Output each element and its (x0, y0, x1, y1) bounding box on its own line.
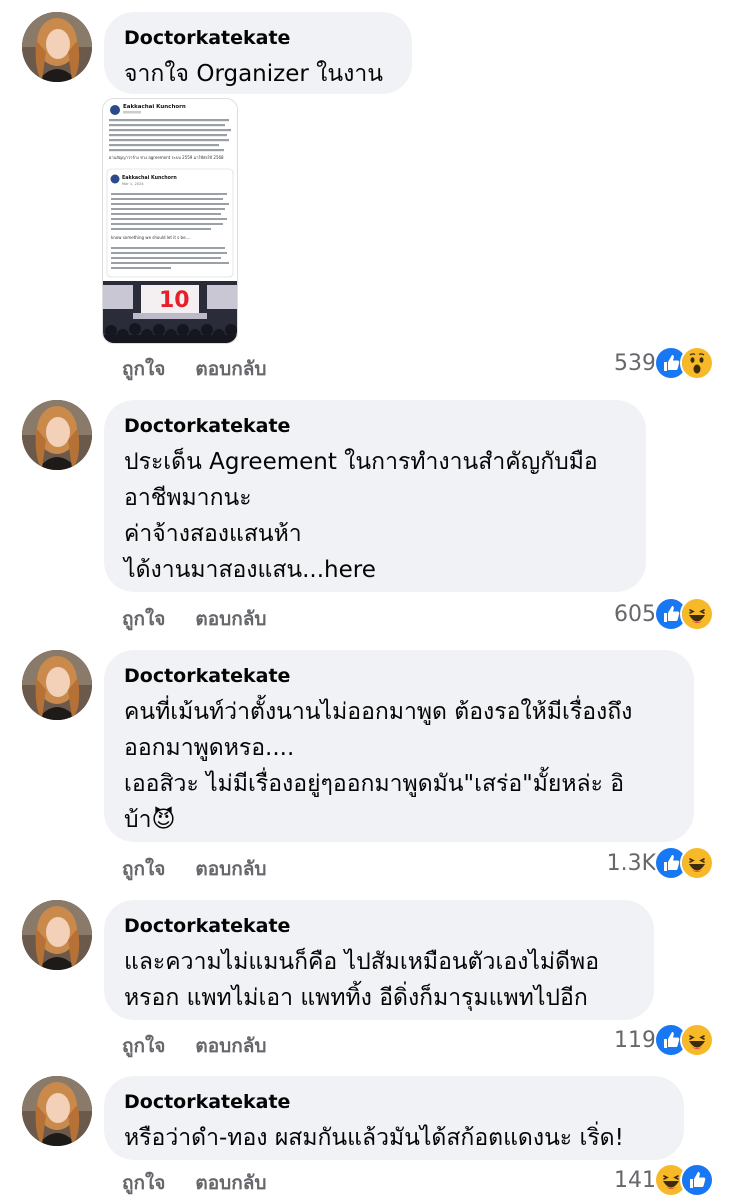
reaction-summary[interactable]: 1.3K (607, 846, 714, 880)
wow-icon (680, 346, 714, 380)
like-button[interactable]: ถูกใจ (122, 1035, 165, 1057)
avatar[interactable] (22, 900, 92, 970)
comment-text: ประเด็น Agreement ในการทำงานสำคัญกับมือ … (124, 444, 626, 588)
comment-line: จากใจ Organizer ในงาน (124, 61, 383, 87)
avatar[interactable] (22, 1076, 92, 1146)
comment-line: หรือว่าดำ-ทอง ผสมกันแล้วมันได้สก้อตแดงนะ… (124, 1125, 624, 1151)
reply-button[interactable]: ตอบกลับ (195, 1035, 266, 1057)
comment-text: คนที่เม้นท์ว่าตั้งนานไม่ออกมาพูด ต้องรอใ… (124, 694, 674, 838)
comment-actions: ถูกใจ ตอบกลับ (122, 1168, 296, 1198)
reply-button[interactable]: ตอบกลับ (195, 358, 266, 380)
quoted-author: Eakkachai Kunchorn (122, 175, 177, 181)
comment-actions: ถูกใจ ตอบกลับ (122, 354, 296, 384)
avatar[interactable] (22, 400, 92, 470)
comment-bubble: Doctorkatekate จากใจ Organizer ในงาน (104, 12, 412, 94)
comment-line: ออกมาพูดหรอ.... (124, 735, 295, 761)
comment-bubble: Doctorkatekate หรือว่าดำ-ทอง ผสมกันแล้วม… (104, 1076, 684, 1160)
comment-actions: ถูกใจ ตอบกลับ (122, 1031, 296, 1061)
quoted-date: Mar 1, 2024 (122, 182, 144, 186)
reply-button[interactable]: ตอบกลับ (195, 608, 266, 630)
reaction-summary[interactable]: 119 (614, 1023, 714, 1057)
comment-line: อาชีพมากนะ (124, 485, 252, 511)
like-button[interactable]: ถูกใจ (122, 858, 165, 880)
reaction-count: 605 (614, 601, 656, 627)
like-button[interactable]: ถูกใจ (122, 358, 165, 380)
comment-text: และความไม่แมนก็คือ ไปสัมเหมือนตัวเองไม่ด… (124, 944, 634, 1016)
comment-line: เออสิวะ ไม่มีเรื่องอยู่ๆออกมาพูดมัน"เสร่… (124, 771, 625, 797)
event-logo: 10 (159, 288, 190, 313)
comment-author[interactable]: Doctorkatekate (124, 414, 626, 438)
comment-text: จากใจ Organizer ในงาน (124, 56, 392, 92)
comment-line: ประเด็น Agreement ในการทำงานสำคัญกับมือ (124, 449, 598, 475)
reaction-summary[interactable]: 539 (614, 346, 714, 380)
comment-line: ค่าจ้างสองแสนห้า (124, 521, 302, 547)
comment-actions: ถูกใจ ตอบกลับ (122, 604, 296, 634)
haha-icon (680, 1023, 714, 1057)
reaction-count: 141 (614, 1167, 656, 1193)
post-screenshot-image: Eakkachai Kunchorn ผ่านสัญญาว่าจ้าง ช่วง… (103, 99, 237, 343)
post-contract-text: ผ่านสัญญาว่าจ้าง ช่วง agreement ระบบ 255… (109, 155, 224, 160)
quote-excerpt: know something we should let it s be.... (111, 235, 191, 240)
reaction-count: 119 (614, 1027, 656, 1053)
comment-bubble: Doctorkatekate และความไม่แมนก็คือ ไปสัมเ… (104, 900, 654, 1020)
attachment-thumbnail[interactable]: Eakkachai Kunchorn ผ่านสัญญาว่าจ้าง ช่วง… (102, 98, 238, 344)
haha-icon (680, 846, 714, 880)
comment-line: คนที่เม้นท์ว่าตั้งนานไม่ออกมาพูด ต้องรอใ… (124, 699, 633, 725)
comment-text: หรือว่าดำ-ทอง ผสมกันแล้วมันได้สก้อตแดงนะ… (124, 1120, 664, 1156)
comment-line: หรอก แพทไม่เอา แพททิ้ง อีดิ่งก็มารุมแพทไ… (124, 985, 588, 1011)
reaction-count: 539 (614, 350, 656, 376)
reaction-summary[interactable]: 141 (614, 1163, 714, 1197)
comment-bubble: Doctorkatekate ประเด็น Agreement ในการทำ… (104, 400, 646, 592)
reaction-count: 1.3K (606, 850, 656, 876)
like-button[interactable]: ถูกใจ (122, 1172, 165, 1194)
like-button[interactable]: ถูกใจ (122, 608, 165, 630)
avatar[interactable] (22, 650, 92, 720)
comment-author[interactable]: Doctorkatekate (124, 664, 674, 688)
comment-author[interactable]: Doctorkatekate (124, 1090, 664, 1114)
reaction-summary[interactable]: 605 (614, 597, 714, 631)
comment-line: และความไม่แมนก็คือ ไปสัมเหมือนตัวเองไม่ด… (124, 949, 600, 975)
like-icon (680, 1163, 714, 1197)
comment-actions: ถูกใจ ตอบกลับ (122, 854, 296, 884)
avatar[interactable] (22, 12, 92, 82)
comment-author[interactable]: Doctorkatekate (124, 26, 392, 50)
reply-button[interactable]: ตอบกลับ (195, 858, 266, 880)
reply-button[interactable]: ตอบกลับ (195, 1172, 266, 1194)
comment-line: ได้งานมาสองแสน...here (124, 557, 376, 583)
comment-line: บ้า😈 (124, 807, 176, 833)
comment-author[interactable]: Doctorkatekate (124, 914, 634, 938)
post-author: Eakkachai Kunchorn (123, 104, 186, 110)
comment-bubble: Doctorkatekate คนที่เม้นท์ว่าตั้งนานไม่อ… (104, 650, 694, 842)
haha-icon (680, 597, 714, 631)
